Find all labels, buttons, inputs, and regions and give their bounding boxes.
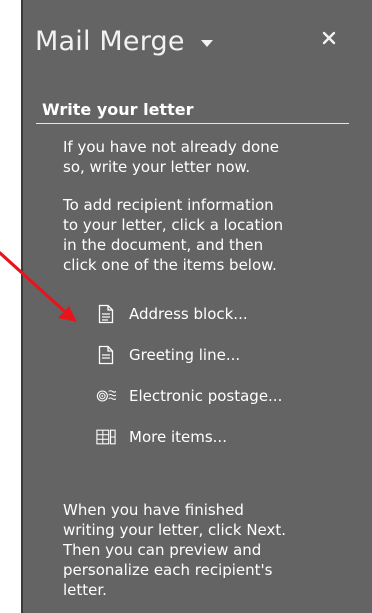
instruction-line: click one of the items below. — [63, 256, 277, 274]
intro-line: so, write your letter now. — [63, 158, 251, 176]
heading-divider — [36, 123, 349, 124]
greeting-line-label: Greeting line... — [129, 346, 241, 364]
pane-title: Mail Merge — [35, 26, 185, 57]
postage-stamp-icon — [96, 385, 116, 407]
document-page-icon — [96, 303, 116, 325]
close-icon — [322, 31, 336, 45]
electronic-postage-label: Electronic postage... — [129, 387, 283, 405]
instruction-paragraph: To add recipient information to your let… — [63, 195, 353, 275]
instruction-line: to your letter, click a location — [63, 216, 284, 234]
intro-line: If you have not already done — [63, 138, 279, 156]
finish-line: Then you can preview and — [63, 541, 262, 559]
finish-line: When you have finished — [63, 501, 244, 519]
more-items-label: More items... — [129, 428, 227, 446]
intro-paragraph: If you have not already done so, write y… — [63, 137, 353, 177]
document-page-icon — [96, 344, 116, 366]
mail-merge-task-pane: Mail Merge Write your letter If you have… — [21, 0, 372, 613]
address-block-label: Address block... — [129, 305, 248, 323]
section-heading: Write your letter — [42, 100, 194, 119]
close-pane-button[interactable] — [319, 28, 341, 50]
more-items-link[interactable]: More items... — [96, 425, 227, 449]
finish-paragraph: When you have finished writing your lett… — [63, 500, 353, 600]
pane-options-dropdown-icon[interactable] — [201, 40, 213, 47]
finish-line: writing your letter, click Next. — [63, 521, 287, 539]
table-grid-icon — [96, 426, 116, 448]
instruction-line: in the document, and then — [63, 236, 264, 254]
electronic-postage-link[interactable]: Electronic postage... — [96, 384, 282, 408]
screenshot-stage: Mail Merge Write your letter If you have… — [0, 0, 372, 613]
finish-line: letter. — [63, 581, 107, 599]
finish-line: personalize each recipient's — [63, 561, 273, 579]
instruction-line: To add recipient information — [63, 196, 274, 214]
greeting-line-link[interactable]: Greeting line... — [96, 343, 240, 367]
address-block-link[interactable]: Address block... — [96, 302, 248, 326]
